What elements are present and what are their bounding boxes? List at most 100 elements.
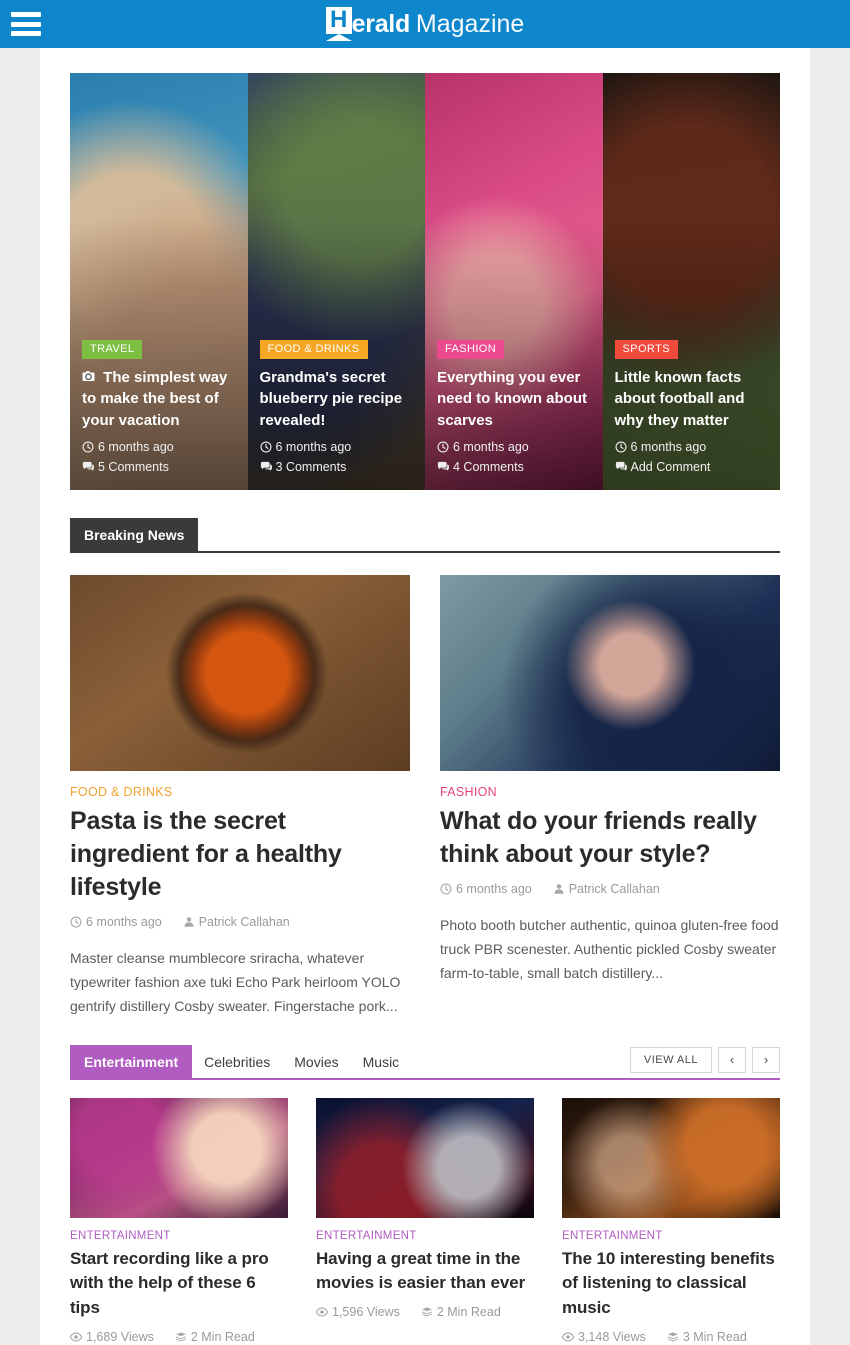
post-title[interactable]: What do your friends really think about … — [440, 805, 780, 871]
card-title[interactable]: The 10 interesting benefits of listening… — [562, 1247, 780, 1321]
logo-mark-letter: H — [329, 6, 348, 33]
hamburger-bar — [11, 31, 41, 36]
post-item: FASHION What do your friends really thin… — [440, 575, 780, 1019]
post-author[interactable]: Patrick Callahan — [553, 882, 660, 896]
slide-comments[interactable]: 3 Comments — [260, 457, 416, 478]
slide-title-text: Grandma's secret blueberry pie recipe re… — [259, 368, 403, 429]
author-icon — [553, 882, 565, 896]
card-title[interactable]: Having a great time in the movies is eas… — [316, 1247, 534, 1296]
card-thumbnail[interactable] — [562, 1097, 780, 1218]
slide-title-text: Everything you ever need to known about … — [437, 368, 587, 429]
slide-content: SPORTS Little known facts about football… — [614, 339, 771, 478]
tab-celebrities[interactable]: Celebrities — [192, 1045, 282, 1078]
card-thumbnail[interactable] — [316, 1097, 534, 1218]
slide-title[interactable]: Everything you ever need to known about … — [437, 367, 593, 431]
entertainment-card: ENTERTAINMENT The 10 interesting benefit… — [561, 1097, 780, 1344]
card-views: 1,596 Views — [315, 1305, 400, 1319]
read-icon — [421, 1305, 433, 1319]
logo-link[interactable]: H erald Magazine — [325, 6, 524, 41]
tab-movies[interactable]: Movies — [282, 1045, 350, 1078]
clock-icon — [70, 915, 82, 929]
slide-comments[interactable]: 5 Comments — [82, 457, 238, 478]
slider-slide[interactable]: FOOD & DRINKS Grandma's secret blueberry… — [247, 73, 425, 490]
slider-slide[interactable]: SPORTS Little known facts about football… — [602, 73, 780, 490]
slide-date: 6 months ago — [82, 437, 238, 458]
hamburger-bar — [11, 12, 41, 17]
slide-title[interactable]: Grandma's secret blueberry pie recipe re… — [260, 367, 416, 431]
card-category[interactable]: ENTERTAINMENT — [562, 1230, 780, 1242]
eye-icon — [561, 1330, 575, 1344]
post-excerpt: Master cleanse mumblecore sriracha, what… — [70, 950, 401, 1015]
post-date: 6 months ago — [440, 882, 532, 896]
logo-text-bold: erald — [351, 9, 411, 38]
view-all-button[interactable]: VIEW ALL — [629, 1046, 712, 1073]
hamburger-menu-icon[interactable] — [11, 12, 41, 36]
tab-music[interactable]: Music — [351, 1045, 412, 1078]
slide-category-badge[interactable]: FASHION — [437, 339, 505, 359]
slide-category-badge[interactable]: TRAVEL — [82, 339, 143, 359]
comment-icon — [437, 462, 449, 474]
featured-slider: TRAVEL The simplest way to make the best… — [70, 73, 780, 490]
slider-slide[interactable]: FASHION Everything you ever need to know… — [425, 73, 603, 490]
tab-entertainment[interactable]: Entertainment — [70, 1044, 193, 1078]
clock-icon — [437, 441, 449, 454]
site-header: H erald Magazine — [0, 0, 850, 48]
post-title[interactable]: Pasta is the secret ingredient for a hea… — [70, 805, 410, 904]
slide-category-badge[interactable]: SPORTS — [614, 339, 678, 359]
camera-icon — [82, 370, 95, 384]
card-views: 3,148 Views — [561, 1330, 646, 1344]
hamburger-bar — [11, 21, 41, 27]
bookmark-logo-icon: H — [325, 6, 352, 41]
card-read-time: 2 Min Read — [175, 1330, 255, 1344]
post-thumbnail[interactable] — [440, 575, 780, 771]
slide-comments[interactable]: Add Comment — [615, 457, 771, 478]
category-tabs: Entertainment Celebrities Movies Music — [70, 1044, 412, 1078]
card-meta: 1,689 Views 2 Min Read — [69, 1330, 288, 1344]
chevron-right-icon[interactable]: › — [752, 1046, 780, 1073]
slide-date: 6 months ago — [614, 437, 771, 458]
slide-title[interactable]: The simplest way to make the best of you… — [82, 367, 238, 431]
chevron-left-icon[interactable]: ‹ — [718, 1046, 746, 1073]
card-thumbnail[interactable] — [70, 1097, 288, 1218]
slide-comments[interactable]: 4 Comments — [437, 457, 593, 478]
entertainment-card: ENTERTAINMENT Having a great time in the… — [315, 1097, 534, 1344]
slide-content: FASHION Everything you ever need to know… — [437, 339, 593, 478]
breaking-news-posts: FOOD & DRINKS Pasta is the secret ingred… — [70, 575, 780, 1019]
clock-icon — [82, 441, 94, 454]
eye-icon — [315, 1305, 329, 1319]
eye-icon — [69, 1330, 83, 1344]
post-category[interactable]: FOOD & DRINKS — [70, 785, 410, 799]
post-excerpt: Photo booth butcher authentic, quinoa gl… — [440, 917, 779, 982]
card-meta: 3,148 Views 3 Min Read — [561, 1330, 780, 1344]
entertainment-cards: ENTERTAINMENT Start recording like a pro… — [69, 1097, 780, 1344]
comment-icon — [260, 462, 272, 474]
slide-category-badge[interactable]: FOOD & DRINKS — [259, 339, 368, 359]
slide-date: 6 months ago — [437, 437, 593, 458]
card-read-time: 2 Min Read — [421, 1305, 501, 1319]
clock-icon — [259, 441, 272, 454]
card-category[interactable]: ENTERTAINMENT — [70, 1230, 288, 1242]
slide-content: TRAVEL The simplest way to make the best… — [82, 339, 238, 478]
slide-title-text: Little known facts about football and wh… — [614, 368, 745, 429]
tab-controls: VIEW ALL ‹ › — [629, 1046, 780, 1078]
card-title[interactable]: Start recording like a pro with the help… — [70, 1247, 288, 1321]
post-author[interactable]: Patrick Callahan — [183, 915, 290, 929]
slide-title[interactable]: Little known facts about football and wh… — [615, 367, 771, 431]
post-thumbnail[interactable] — [70, 575, 410, 771]
clock-icon — [440, 882, 452, 896]
slide-title-text: The simplest way to make the best of you… — [82, 368, 228, 429]
read-icon — [667, 1330, 679, 1344]
slider-slide[interactable]: TRAVEL The simplest way to make the best… — [70, 73, 248, 490]
entertainment-card: ENTERTAINMENT Start recording like a pro… — [69, 1097, 288, 1344]
card-meta: 1,596 Views 2 Min Read — [315, 1305, 534, 1319]
post-meta: 6 months ago Patrick Callahan — [440, 882, 780, 896]
card-read-time: 3 Min Read — [667, 1330, 747, 1344]
entertainment-tabbar: Entertainment Celebrities Movies Music V… — [70, 1044, 780, 1080]
post-category[interactable]: FASHION — [440, 785, 780, 799]
card-views: 1,689 Views — [69, 1330, 154, 1344]
clock-icon — [614, 441, 627, 454]
card-category[interactable]: ENTERTAINMENT — [316, 1230, 534, 1242]
post-date: 6 months ago — [70, 915, 162, 929]
breaking-news-heading: Breaking News — [70, 518, 199, 551]
post-meta: 6 months ago Patrick Callahan — [70, 915, 410, 929]
